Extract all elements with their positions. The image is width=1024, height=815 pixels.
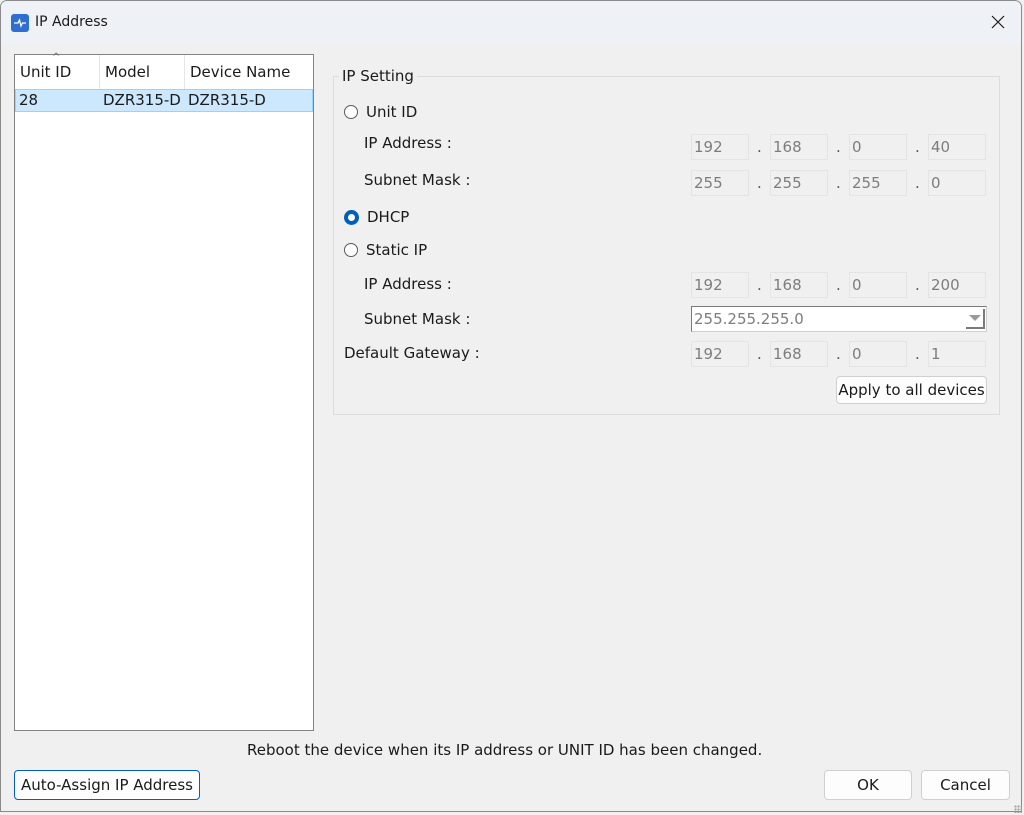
table-row[interactable]: 28 DZR315-D DZR315-D [15,89,313,112]
separator: . [836,174,841,192]
separator: . [757,138,762,156]
column-header-unit-id[interactable]: ^ Unit ID [15,52,100,89]
cancel-button[interactable]: Cancel [921,770,1010,800]
select-value: 255.255.255.0 [694,310,804,328]
apply-to-all-devices-button[interactable]: Apply to all devices [836,376,987,404]
default-gateway-label: Default Gateway : [344,344,480,362]
radio-label: Unit ID [366,103,418,121]
gateway-octet-1: 192 [691,341,749,367]
separator: . [915,345,920,363]
radio-static-ip[interactable]: Static IP [344,241,427,259]
unit-id-ip-octet-1: 192 [691,134,749,160]
close-icon [991,15,1005,29]
separator: . [836,345,841,363]
cell-device-name: DZR315-D [188,91,266,109]
separator: . [836,138,841,156]
close-button[interactable] [975,1,1021,43]
cell-unit-id: 28 [19,91,39,109]
radio-dhcp[interactable]: DHCP [344,208,409,226]
unit-id-ip-octet-4: 40 [928,134,986,160]
cell-model: DZR315-D [103,91,181,109]
column-label: Unit ID [20,63,72,81]
column-label: Device Name [190,63,291,81]
subnet-mask-select: 255.255.255.0 [691,306,987,332]
sort-ascending-icon: ^ [52,52,61,63]
unit-id-subnet-octet-3: 255 [849,170,907,196]
radio-label: Static IP [366,241,428,259]
unit-id-subnet-label: Subnet Mask : [364,171,471,189]
static-ip-octet-1: 192 [691,272,749,298]
static-ip-octet-3: 0 [849,272,907,298]
unit-id-subnet-octet-1: 255 [691,170,749,196]
app-network-icon [11,14,29,32]
ok-button[interactable]: OK [824,770,912,800]
list-header: ^ Unit ID Model Device Name [15,52,313,89]
device-list[interactable]: ^ Unit ID Model Device Name 28 DZR315-D … [14,52,314,731]
unit-id-subnet-octet-4: 0 [928,170,986,196]
column-label: Model [105,63,151,81]
column-header-model[interactable]: Model [100,55,185,89]
separator: . [915,276,920,294]
separator: . [836,276,841,294]
unit-id-subnet-octet-2: 255 [770,170,828,196]
radio-label: DHCP [367,208,410,226]
gateway-octet-4: 1 [928,341,986,367]
resize-grip-icon[interactable] [1014,805,1022,813]
radio-unchecked-icon [344,243,358,257]
static-ip-address-label: IP Address : [364,275,452,293]
chevron-down-icon [966,309,985,329]
radio-checked-icon [344,209,359,225]
separator: . [915,138,920,156]
title-bar: IP Address [1,1,1021,43]
unit-id-ip-address-label: IP Address : [364,134,452,152]
unit-id-ip-octet-2: 168 [770,134,828,160]
separator: . [757,174,762,192]
column-header-device-name[interactable]: Device Name [185,55,313,89]
separator: . [757,345,762,363]
static-ip-octet-2: 168 [770,272,828,298]
gateway-octet-3: 0 [849,341,907,367]
separator: . [915,174,920,192]
radio-unit-id[interactable]: Unit ID [344,103,417,121]
radio-unchecked-icon [344,105,358,119]
separator: . [757,276,762,294]
gateway-octet-2: 168 [770,341,828,367]
auto-assign-ip-button[interactable]: Auto-Assign IP Address [14,770,200,800]
window-title: IP Address [35,14,108,30]
group-title: IP Setting [339,67,417,85]
static-ip-octet-4: 200 [928,272,986,298]
static-subnet-label: Subnet Mask : [364,310,471,328]
reboot-note: Reboot the device when its IP address or… [247,741,763,759]
unit-id-ip-octet-3: 0 [849,134,907,160]
